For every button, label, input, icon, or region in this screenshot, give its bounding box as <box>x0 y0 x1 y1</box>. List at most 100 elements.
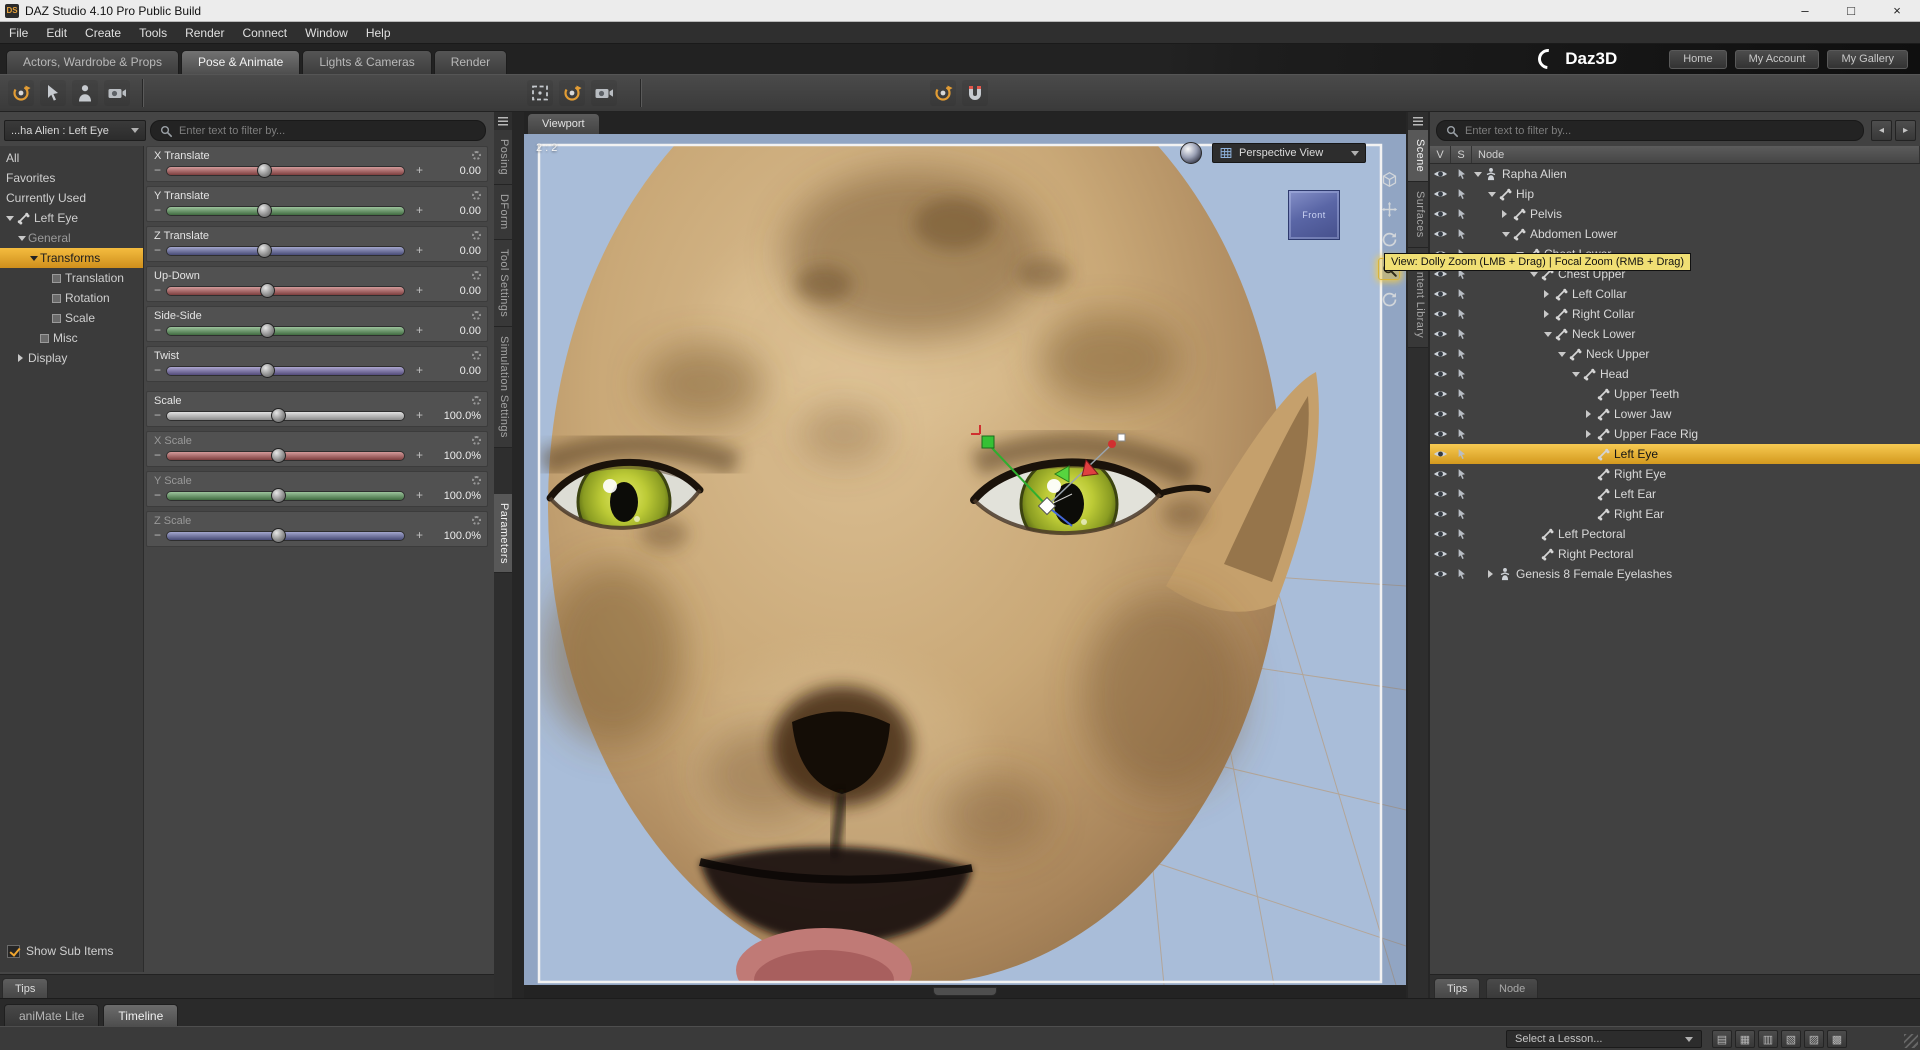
layout-preset-icon-2[interactable]: ▦ <box>1735 1030 1755 1048</box>
visibility-eye-icon[interactable] <box>1430 289 1451 299</box>
scene-row-neck-upper[interactable]: Neck Upper <box>1430 344 1920 364</box>
scene-filter-input[interactable] <box>1465 124 1855 137</box>
expander-icon[interactable] <box>1558 351 1568 357</box>
panel-menu-icon[interactable] <box>1408 112 1428 130</box>
slider-knob[interactable] <box>271 528 287 543</box>
activity-tab-actors-wardrobe-props[interactable]: Actors, Wardrobe & Props <box>6 50 179 74</box>
increment-button[interactable]: + <box>416 163 423 177</box>
expander-icon[interactable] <box>1488 191 1498 197</box>
layout-preset-icon-1[interactable]: ▤ <box>1712 1030 1732 1048</box>
visibility-eye-icon[interactable] <box>1430 529 1451 539</box>
slider-track[interactable] <box>166 203 405 218</box>
visibility-eye-icon[interactable] <box>1430 169 1451 179</box>
scene-row-right-eye[interactable]: Right Eye <box>1430 464 1920 484</box>
frame-view-icon[interactable] <box>1378 168 1400 190</box>
selectable-pointer-icon[interactable] <box>1451 228 1472 240</box>
bottom-tab-animate-lite[interactable]: aniMate Lite <box>4 1004 100 1026</box>
expander-icon[interactable] <box>1586 430 1596 438</box>
scene-row-genesis-8-female-eyelashes[interactable]: Genesis 8 Female Eyelashes <box>1430 564 1920 584</box>
selectable-pointer-icon[interactable] <box>1451 388 1472 400</box>
left-dock-tab-dform[interactable]: DForm <box>494 185 512 240</box>
menu-item-window[interactable]: Window <box>296 22 357 44</box>
slider-track[interactable] <box>166 528 405 543</box>
scene-row-left-eye[interactable]: Left Eye <box>1430 444 1920 464</box>
viewport-tab[interactable]: Viewport <box>528 114 599 134</box>
activity-tab-pose-animate[interactable]: Pose & Animate <box>180 50 301 74</box>
rotate-view-icon[interactable] <box>1378 228 1400 250</box>
slider-scale[interactable]: Scale − +100.0% <box>146 391 488 427</box>
scene-row-left-pectoral[interactable]: Left Pectoral <box>1430 524 1920 544</box>
slider-track[interactable] <box>166 163 405 178</box>
layout-preset-icon-3[interactable]: ▥ <box>1758 1030 1778 1048</box>
expander-icon[interactable] <box>1572 371 1582 377</box>
increment-button[interactable]: + <box>416 363 423 377</box>
selectable-pointer-icon[interactable] <box>1451 508 1472 520</box>
gear-icon[interactable] <box>472 151 481 160</box>
visibility-eye-icon[interactable] <box>1430 229 1451 239</box>
close-button[interactable]: × <box>1874 0 1920 21</box>
increment-button[interactable]: + <box>416 243 423 257</box>
activity-tab-render[interactable]: Render <box>433 50 508 74</box>
gear-icon[interactable] <box>472 191 481 200</box>
decrement-button[interactable]: − <box>154 528 161 542</box>
scene-row-right-collar[interactable]: Right Collar <box>1430 304 1920 324</box>
menu-item-create[interactable]: Create <box>76 22 130 44</box>
scene-row-rapha-alien[interactable]: Rapha Alien <box>1430 164 1920 184</box>
slider-track[interactable] <box>166 243 405 258</box>
visibility-eye-icon[interactable] <box>1430 389 1451 399</box>
right-dock-tab-scene[interactable]: Scene <box>1408 130 1428 183</box>
visibility-eye-icon[interactable] <box>1430 409 1451 419</box>
scene-row-left-ear[interactable]: Left Ear <box>1430 484 1920 504</box>
expander-icon[interactable] <box>1502 231 1512 237</box>
gear-icon[interactable] <box>472 311 481 320</box>
left-dock-tab-tool-settings[interactable]: Tool Settings <box>494 239 512 327</box>
param-nav-left-eye[interactable]: Left Eye <box>0 208 143 228</box>
selectable-pointer-icon[interactable] <box>1451 208 1472 220</box>
brand-link-my-account[interactable]: My Account <box>1734 49 1820 69</box>
scene-footer-tab-node[interactable]: Node <box>1486 978 1539 998</box>
gear-icon[interactable] <box>472 231 481 240</box>
menu-item-render[interactable]: Render <box>176 22 233 44</box>
lesson-selector-dropdown[interactable]: Select a Lesson... <box>1506 1030 1702 1048</box>
frame-tool-icon[interactable] <box>527 80 553 106</box>
selectable-pointer-icon[interactable] <box>1451 408 1472 420</box>
scene-row-left-collar[interactable]: Left Collar <box>1430 284 1920 304</box>
slider-x-translate[interactable]: X Translate − +0.00 <box>146 146 488 182</box>
increment-button[interactable]: + <box>416 448 423 462</box>
left-dock-tab-parameters[interactable]: Parameters <box>494 493 512 574</box>
slider-z-translate[interactable]: Z Translate − +0.00 <box>146 226 488 262</box>
decrement-button[interactable]: − <box>154 488 161 502</box>
decrement-button[interactable]: − <box>154 323 161 337</box>
slider-track[interactable] <box>166 363 405 378</box>
expander-icon[interactable] <box>18 235 28 241</box>
selectable-pointer-icon[interactable] <box>1451 528 1472 540</box>
pose-rotate-tool-icon[interactable] <box>559 80 585 106</box>
slider-x-scale[interactable]: X Scale − +100.0% <box>146 431 488 467</box>
gear-icon[interactable] <box>472 351 481 360</box>
visibility-eye-icon[interactable] <box>1430 349 1451 359</box>
tips-tab[interactable]: Tips <box>2 978 49 998</box>
scene-row-right-pectoral[interactable]: Right Pectoral <box>1430 544 1920 564</box>
slider-side-side[interactable]: Side-Side − +0.00 <box>146 306 488 342</box>
menu-item-connect[interactable]: Connect <box>233 22 296 44</box>
decrement-button[interactable]: − <box>154 203 161 217</box>
gear-icon[interactable] <box>472 516 481 525</box>
expander-icon[interactable] <box>30 255 40 261</box>
slider-track[interactable] <box>166 448 405 463</box>
decrement-button[interactable]: − <box>154 163 161 177</box>
visibility-eye-icon[interactable] <box>1430 429 1451 439</box>
expander-icon[interactable] <box>1488 570 1498 578</box>
gear-icon[interactable] <box>472 396 481 405</box>
pose-rotate-tool-icon[interactable] <box>930 80 956 106</box>
increment-button[interactable]: + <box>416 283 423 297</box>
visibility-eye-icon[interactable] <box>1430 469 1451 479</box>
viewport-canvas[interactable]: 2 : 2 Perspective View Front <box>524 134 1406 985</box>
increment-button[interactable]: + <box>416 323 423 337</box>
back-button[interactable]: ◂ <box>1871 120 1892 141</box>
slider-knob[interactable] <box>259 323 275 338</box>
slider-knob[interactable] <box>257 243 273 258</box>
slider-track[interactable] <box>166 283 405 298</box>
panel-menu-icon[interactable] <box>494 112 512 130</box>
slider-knob[interactable] <box>271 408 287 423</box>
selectable-pointer-icon[interactable] <box>1451 328 1472 340</box>
